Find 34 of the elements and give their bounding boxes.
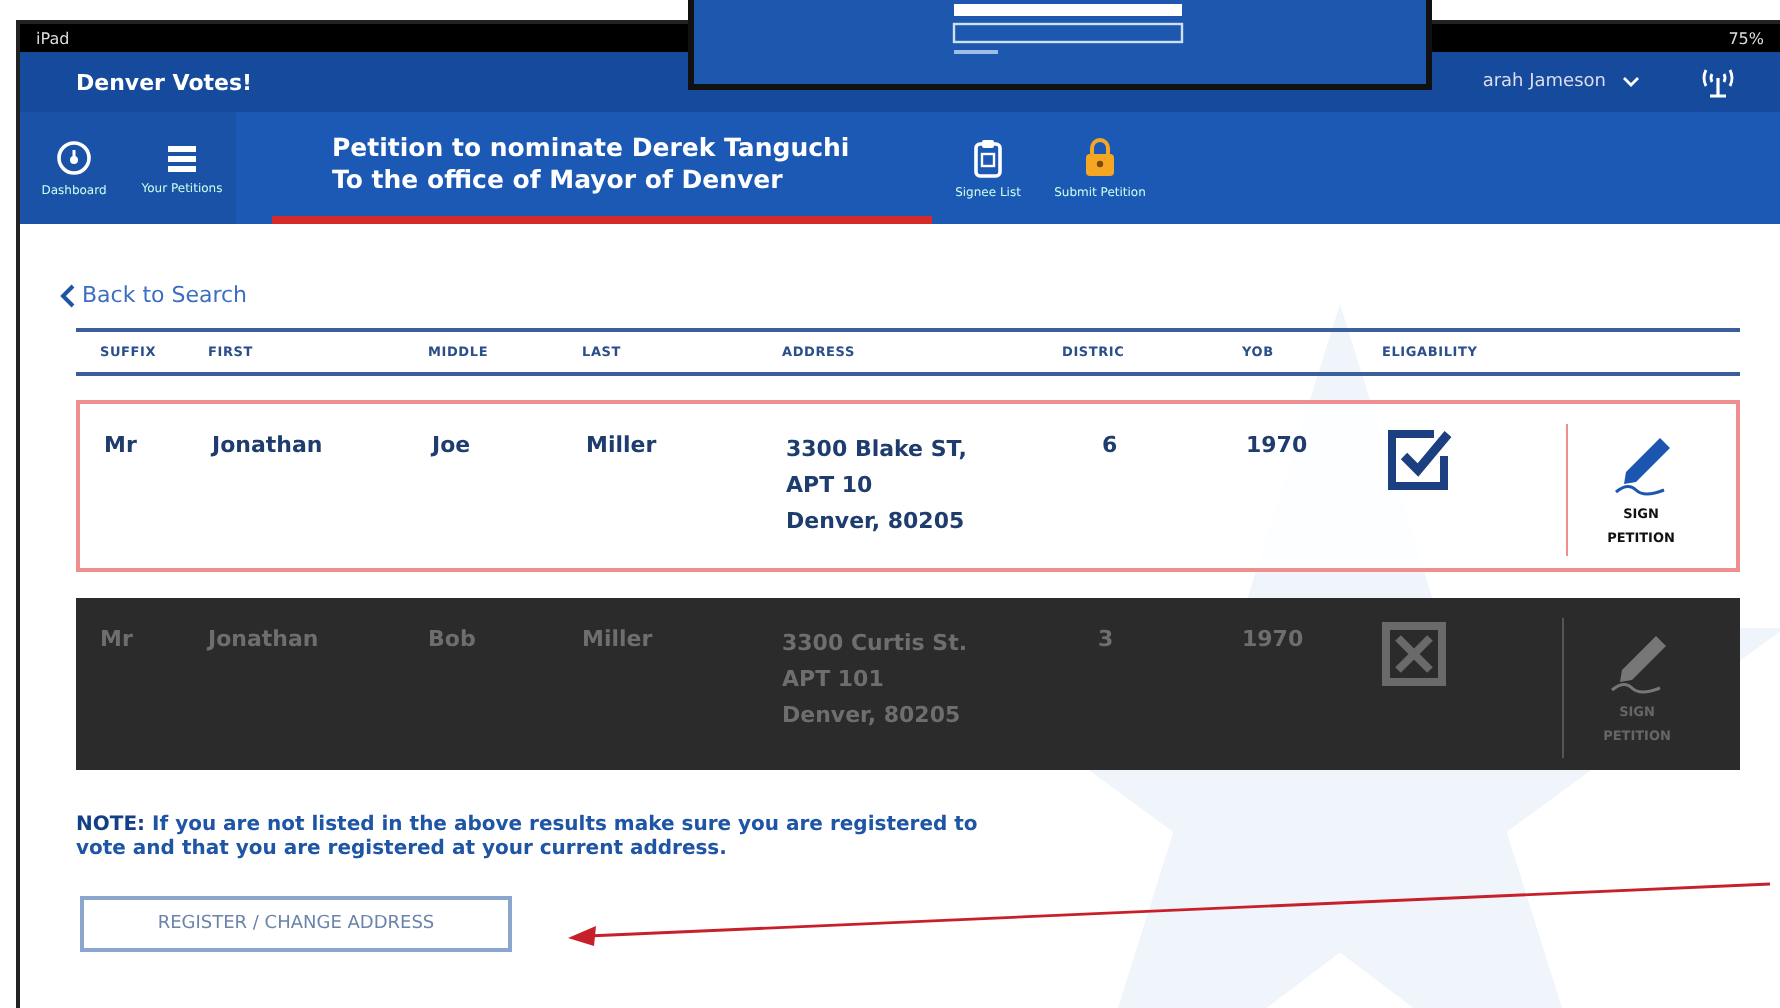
table-cell-text: Jonathan [212,430,325,462]
user-name[interactable]: arah Jameson [1482,72,1606,92]
table-cell-text: Mr [100,624,135,656]
back-link[interactable]: Back to Search [48,280,260,310]
address-line: Denver, 80205 [782,700,963,732]
table-cell-text: 1970 [1242,624,1306,656]
address-line: Denver, 80205 [786,506,967,538]
address-line: 3300 Blake ST, [786,434,969,466]
device-label: iPad [36,29,70,47]
battery-label: 75% [1728,29,1764,47]
register-button[interactable]: REGISTER / CHANGE ADDRESS [80,896,512,952]
table-cell-text: 1970 [1246,430,1310,462]
table-cell-text: Jonathan [208,624,321,656]
table-cell-text: 3 [1096,624,1116,656]
address-line: 3300 Curtis St. [782,628,970,660]
chevron-left-icon [60,283,76,307]
chevron-down-icon[interactable] [1622,76,1640,88]
petition-title: To the office of Mayor of Denver [332,164,785,196]
app-title: Denver Votes! [76,69,255,95]
table-cell-text: Bob [428,624,478,656]
address-line: APT 10 [786,470,875,502]
table-cell-text: Mr [104,430,139,462]
padlock-icon [1084,137,1116,177]
list-icon [166,141,198,173]
antenna-icon[interactable] [1700,66,1736,98]
gauge-icon [56,139,92,175]
address-line: APT 101 [782,664,886,696]
table-cell-text: Miller [586,430,659,462]
petition-title: Petition to nominate Derek Tanguchi [332,132,852,164]
note-text: NOTE: If you are not listed in the above results make sure you are registered to vote and that you are registered at your current address. [76,814,980,862]
table-cell-text: 6 [1100,430,1120,462]
clipboard-icon [974,137,1002,177]
table-cell-text: Joe [432,430,473,462]
table-cell-text: Miller [582,624,655,656]
